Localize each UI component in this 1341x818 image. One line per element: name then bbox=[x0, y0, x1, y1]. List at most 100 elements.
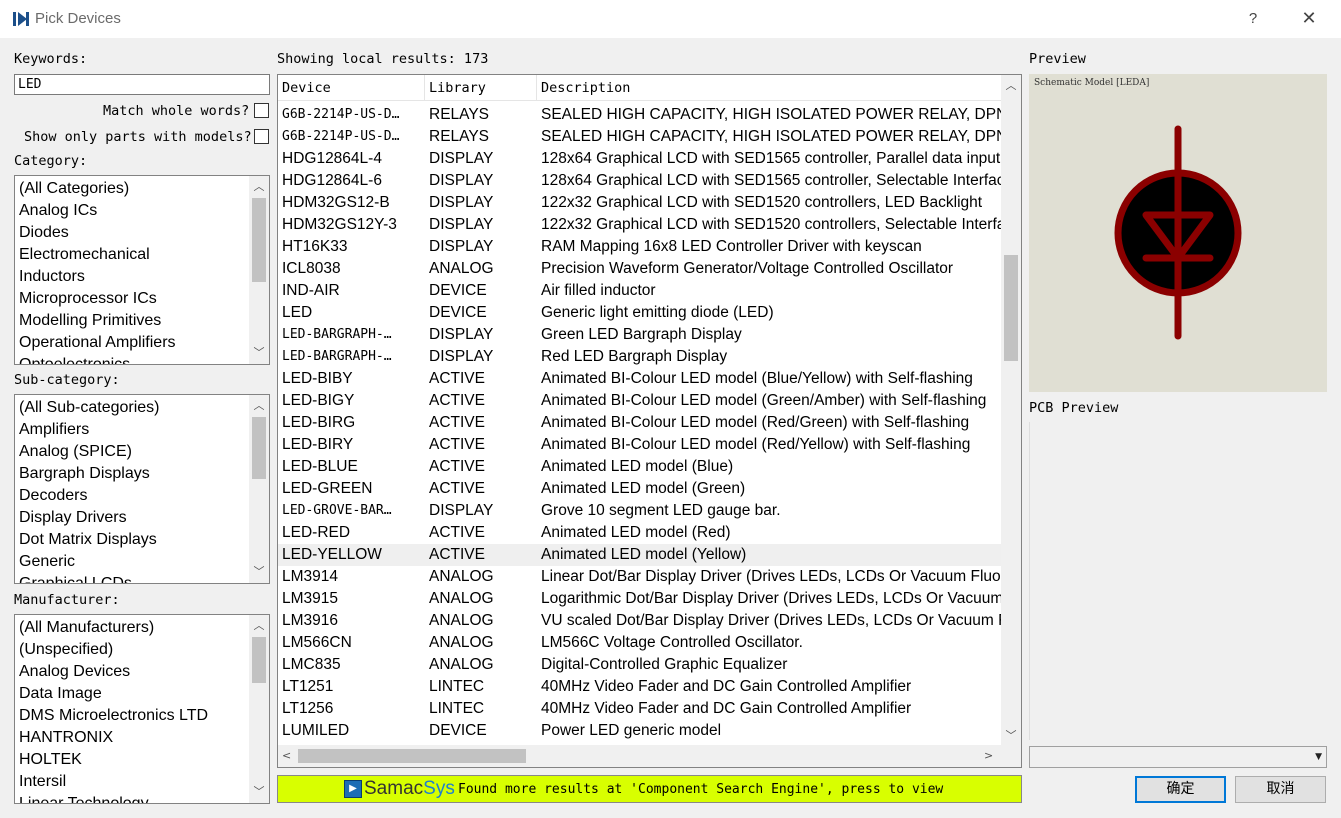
scroll-down-icon[interactable]: ﹀ bbox=[249, 563, 269, 581]
list-item[interactable]: Analog ICs bbox=[19, 200, 176, 222]
list-item[interactable]: Graphical LCDs bbox=[19, 573, 160, 583]
list-item[interactable]: Intersil bbox=[19, 771, 208, 793]
table-row[interactable]: LM566CN ANALOG LM566C Voltage Controlled O… bbox=[278, 632, 1001, 654]
manufacturer-list[interactable]: (All Manufacturers) (Unspecified) Analog D… bbox=[14, 614, 270, 804]
table-row[interactable]: ICL8038 ANALOG Precision Waveform Generato… bbox=[278, 258, 1001, 280]
list-item[interactable]: Decoders bbox=[19, 485, 160, 507]
match-whole-words-checkbox[interactable] bbox=[254, 103, 269, 118]
results-horizontal-scrollbar[interactable]: < > bbox=[278, 745, 1001, 767]
close-button[interactable]: ✕ bbox=[1294, 6, 1324, 32]
device-cell: LED-BIRY bbox=[282, 436, 354, 453]
table-row[interactable]: LUMILED DEVICE Power LED generic model bbox=[278, 720, 1001, 742]
samacsys-brand: SamacSys bbox=[364, 778, 455, 800]
subcategory-list[interactable]: (All Sub-categories) Amplifiers Analog (SP… bbox=[14, 394, 270, 584]
results-table[interactable]: Device Library Description G6B-2214P-US-… bbox=[277, 74, 1022, 768]
manufacturer-scrollbar[interactable]: ︿ ﹀ bbox=[249, 615, 269, 803]
list-item[interactable]: Analog (SPICE) bbox=[19, 441, 160, 463]
list-item[interactable]: Bargraph Displays bbox=[19, 463, 160, 485]
description-cell: RAM Mapping 16x8 LED Controller Driver w… bbox=[541, 238, 922, 255]
scroll-down-icon[interactable]: ﹀ bbox=[249, 344, 269, 362]
table-row[interactable]: LED-BARGRAPH-… DISPLAY Red LED Bargraph Di… bbox=[278, 346, 1001, 368]
list-item[interactable]: HANTRONIX bbox=[19, 727, 208, 749]
list-item[interactable]: HOLTEK bbox=[19, 749, 208, 771]
list-item[interactable]: Diodes bbox=[19, 222, 176, 244]
scroll-left-icon[interactable]: < bbox=[282, 745, 291, 767]
scroll-up-icon[interactable]: ︿ bbox=[1001, 77, 1021, 95]
list-item[interactable]: Display Drivers bbox=[19, 507, 160, 529]
list-item[interactable]: Inductors bbox=[19, 266, 176, 288]
table-row[interactable]: LT1251 LINTEC 40MHz Video Fader and DC Gai… bbox=[278, 676, 1001, 698]
list-item[interactable]: Microprocessor ICs bbox=[19, 288, 176, 310]
scroll-thumb[interactable] bbox=[252, 637, 266, 683]
column-header-description[interactable]: Description bbox=[537, 75, 1001, 101]
table-row[interactable]: IND-AIR DEVICE Air filled inductor bbox=[278, 280, 1001, 302]
list-item[interactable]: Dot Matrix Displays bbox=[19, 529, 160, 551]
table-row[interactable]: LT1256 LINTEC 40MHz Video Fader and DC Gai… bbox=[278, 698, 1001, 720]
table-row[interactable]: G6B-2214P-US-D… RELAYS SEALED HIGH CAPACIT… bbox=[278, 126, 1001, 148]
list-item[interactable]: Modelling Primitives bbox=[19, 310, 176, 332]
table-row[interactable]: G6B-2214P-US-D… RELAYS SEALED HIGH CAPACIT… bbox=[278, 104, 1001, 126]
description-cell: Digital-Controlled Graphic Equalizer bbox=[541, 656, 788, 673]
table-row[interactable]: LM3915 ANALOG Logarithmic Dot/Bar Display … bbox=[278, 588, 1001, 610]
table-row[interactable]: LED-BIBY ACTIVE Animated BI-Colour LED mod… bbox=[278, 368, 1001, 390]
table-row[interactable]: HDG12864L-6 DISPLAY 128x64 Graphical LCD w… bbox=[278, 170, 1001, 192]
table-row[interactable]: LMC835 ANALOG Digital-Controlled Graphic E… bbox=[278, 654, 1001, 676]
list-item[interactable]: Electromechanical bbox=[19, 244, 176, 266]
ok-button[interactable]: 确定 bbox=[1135, 776, 1226, 803]
list-item[interactable]: (Unspecified) bbox=[19, 639, 208, 661]
category-list[interactable]: (All Categories) Analog ICs Diodes Electrom… bbox=[14, 175, 270, 365]
keywords-input[interactable]: LED bbox=[14, 74, 270, 95]
table-row[interactable]: LED-GREEN ACTIVE Animated LED model (Green… bbox=[278, 478, 1001, 500]
samacsys-banner[interactable]: ▶ SamacSys Found more results at 'Compon… bbox=[277, 775, 1022, 803]
table-row[interactable]: LED-BIRY ACTIVE Animated BI-Colour LED mod… bbox=[278, 434, 1001, 456]
table-row[interactable]: HDM32GS12Y-3 DISPLAY 122x32 Graphical LCD … bbox=[278, 214, 1001, 236]
list-item[interactable]: DMS Microelectronics LTD bbox=[19, 705, 208, 727]
pcb-package-select[interactable]: ▼ bbox=[1029, 746, 1327, 768]
list-item[interactable]: (All Sub-categories) bbox=[19, 397, 160, 419]
help-button[interactable]: ? bbox=[1238, 6, 1268, 32]
table-row[interactable]: LED-YELLOW ACTIVE Animated LED model (Yell… bbox=[278, 544, 1001, 566]
category-scrollbar[interactable]: ︿ ﹀ bbox=[249, 176, 269, 364]
cancel-button[interactable]: 取消 bbox=[1235, 776, 1326, 803]
table-row[interactable]: HDG12864L-4 DISPLAY 128x64 Graphical LCD w… bbox=[278, 148, 1001, 170]
scroll-up-icon[interactable]: ︿ bbox=[249, 617, 269, 635]
scroll-thumb[interactable] bbox=[298, 749, 526, 763]
table-row[interactable]: LM3916 ANALOG VU scaled Dot/Bar Display Dr… bbox=[278, 610, 1001, 632]
description-cell: Grove 10 segment LED gauge bar. bbox=[541, 502, 781, 519]
scroll-thumb[interactable] bbox=[1004, 255, 1018, 361]
scroll-down-icon[interactable]: ﹀ bbox=[249, 783, 269, 801]
list-item[interactable]: Optoelectronics bbox=[19, 354, 176, 364]
table-row[interactable]: LED-BARGRAPH-… DISPLAY Green LED Bargraph … bbox=[278, 324, 1001, 346]
column-header-library[interactable]: Library bbox=[425, 75, 537, 101]
table-row[interactable]: LED-GROVE-BAR… DISPLAY Grove 10 segment LE… bbox=[278, 500, 1001, 522]
chevron-down-icon[interactable]: ▼ bbox=[1315, 747, 1322, 767]
results-vertical-scrollbar[interactable]: ︿ ﹀ bbox=[1001, 75, 1021, 745]
list-item[interactable]: Amplifiers bbox=[19, 419, 160, 441]
table-row[interactable]: LED DEVICE Generic light emitting diode (L… bbox=[278, 302, 1001, 324]
table-row[interactable]: LED-BIGY ACTIVE Animated BI-Colour LED mod… bbox=[278, 390, 1001, 412]
only-models-checkbox[interactable] bbox=[254, 129, 269, 144]
table-row[interactable]: LED-RED ACTIVE Animated LED model (Red) bbox=[278, 522, 1001, 544]
list-item[interactable]: Linear Technology bbox=[19, 793, 208, 803]
scroll-thumb[interactable] bbox=[252, 198, 266, 282]
list-item[interactable]: (All Categories) bbox=[19, 178, 176, 200]
table-row[interactable]: HDM32GS12-B DISPLAY 122x32 Graphical LCD w… bbox=[278, 192, 1001, 214]
scroll-up-icon[interactable]: ︿ bbox=[249, 178, 269, 196]
subcategory-scrollbar[interactable]: ︿ ﹀ bbox=[249, 395, 269, 583]
list-item[interactable]: Data Image bbox=[19, 683, 208, 705]
scroll-down-icon[interactable]: ﹀ bbox=[1001, 727, 1021, 745]
list-item[interactable]: (All Manufacturers) bbox=[19, 617, 208, 639]
app-diode-icon bbox=[13, 12, 29, 26]
table-row[interactable]: LM3914 ANALOG Linear Dot/Bar Display Drive… bbox=[278, 566, 1001, 588]
column-header-device[interactable]: Device bbox=[278, 75, 425, 101]
scroll-right-icon[interactable]: > bbox=[984, 745, 993, 767]
scroll-thumb[interactable] bbox=[252, 417, 266, 479]
list-item[interactable]: Operational Amplifiers bbox=[19, 332, 176, 354]
list-item[interactable]: Analog Devices bbox=[19, 661, 208, 683]
table-row[interactable]: LED-BLUE ACTIVE Animated LED model (Blue) bbox=[278, 456, 1001, 478]
list-item[interactable]: Generic bbox=[19, 551, 160, 573]
scroll-up-icon[interactable]: ︿ bbox=[249, 397, 269, 415]
table-row[interactable]: HT16K33 DISPLAY RAM Mapping 16x8 LED Contr… bbox=[278, 236, 1001, 258]
library-cell: DISPLAY bbox=[429, 502, 494, 519]
table-row[interactable]: LED-BIRG ACTIVE Animated BI-Colour LED mod… bbox=[278, 412, 1001, 434]
